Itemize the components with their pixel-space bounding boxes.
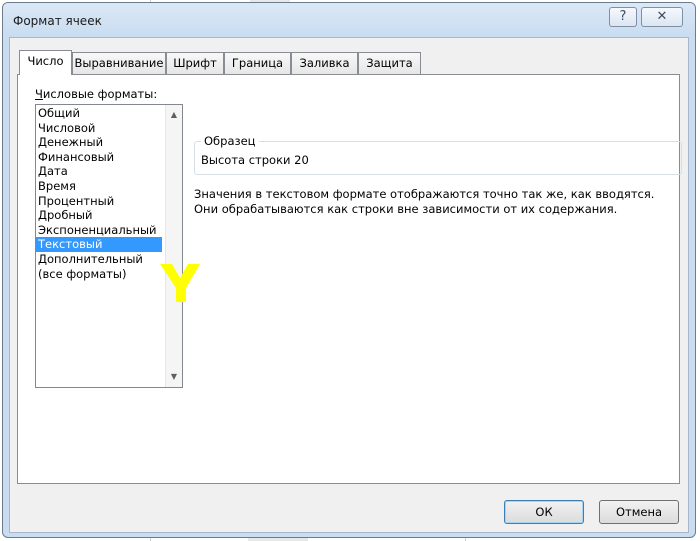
sample-group: Образец Высота строки 20	[194, 134, 682, 175]
close-button[interactable]: ✕	[641, 7, 683, 27]
number-formats-list[interactable]: Общий Числовой Денежный Финансовый Дата …	[35, 104, 183, 388]
title-bar[interactable]: Формат ячеек ? ✕	[3, 3, 695, 37]
tab-number[interactable]: Число	[19, 50, 72, 75]
list-item[interactable]: Экспоненциальный	[36, 223, 164, 238]
sample-label: Образец	[201, 134, 259, 148]
list-item[interactable]: Числовой	[36, 121, 164, 136]
list-item[interactable]: Финансовый	[36, 150, 164, 165]
tab-font[interactable]: Шрифт	[166, 52, 224, 74]
help-icon: ?	[619, 9, 627, 24]
help-button[interactable]: ?	[609, 7, 637, 27]
number-tab-panel: Числовые форматы: Общий Числовой Денежны…	[17, 74, 682, 484]
number-formats-items: Общий Числовой Денежный Финансовый Дата …	[36, 106, 164, 281]
dialog-body: Число Выравнивание Шрифт Граница Заливка…	[9, 37, 689, 533]
format-cells-dialog: Формат ячеек ? ✕ Число Выравнивание Шриф…	[2, 2, 696, 538]
list-item-selected[interactable]: Текстовый	[36, 237, 162, 252]
sample-value: Высота строки 20	[201, 153, 309, 167]
tab-fill[interactable]: Заливка	[291, 52, 358, 74]
format-description: Значения в текстовом формате отображаютс…	[194, 187, 655, 216]
scroll-down-arrow-icon[interactable]: ▼	[166, 369, 182, 385]
list-item[interactable]: Время	[36, 179, 164, 194]
list-item[interactable]: Дополнительный	[36, 252, 164, 267]
tab-border[interactable]: Граница	[224, 52, 291, 74]
list-item[interactable]: Дробный	[36, 208, 164, 223]
cancel-button[interactable]: Отмена	[599, 500, 679, 524]
number-formats-label-text: исловые форматы:	[42, 87, 158, 101]
number-formats-label: Числовые форматы:	[35, 87, 157, 101]
scroll-up-arrow-icon[interactable]: ▲	[166, 107, 182, 123]
ok-button[interactable]: ОК	[504, 500, 584, 524]
list-item[interactable]: Процентный	[36, 194, 164, 209]
tab-protection[interactable]: Защита	[358, 52, 421, 74]
close-icon: ✕	[656, 9, 668, 24]
list-item[interactable]: (все форматы)	[36, 267, 164, 282]
list-item[interactable]: Общий	[36, 106, 164, 121]
dialog-title: Формат ячеек	[13, 14, 102, 28]
yellow-checkmark-annotation	[160, 264, 200, 302]
list-item[interactable]: Денежный	[36, 135, 164, 150]
list-item[interactable]: Дата	[36, 164, 164, 179]
number-formats-label-accelerator: Ч	[35, 87, 43, 101]
list-scrollbar[interactable]: ▲ ▼	[165, 105, 182, 387]
tab-alignment[interactable]: Выравнивание	[72, 52, 166, 74]
